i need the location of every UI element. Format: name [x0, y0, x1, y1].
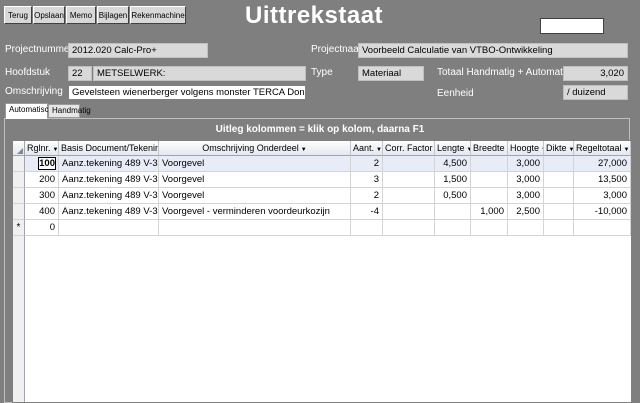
- record-selector[interactable]: [13, 172, 25, 188]
- cell-rglnr[interactable]: 100: [25, 156, 59, 172]
- cell-lengte[interactable]: 4,500: [435, 156, 471, 172]
- cell-hoogte[interactable]: [508, 220, 544, 236]
- cell-regeltotaal[interactable]: [574, 220, 631, 236]
- col-regeltotaal[interactable]: Regeltotaal ▼: [574, 141, 631, 156]
- cell-basis[interactable]: Aanz.tekening 489 V-3: [59, 172, 159, 188]
- cell-rglnr[interactable]: 300: [25, 188, 59, 204]
- cell-omschrijving[interactable]: Voorgevel: [159, 172, 351, 188]
- cell-basis[interactable]: Aanz.tekening 489 V-3: [59, 204, 159, 220]
- col-hoogte[interactable]: Hoogte▼: [508, 141, 544, 156]
- cell-basis[interactable]: Aanz.tekening 489 V-3: [59, 188, 159, 204]
- cell-hoogte[interactable]: 3,000: [508, 156, 544, 172]
- cell-dikte[interactable]: [544, 172, 574, 188]
- col-lengte[interactable]: Lengte▼: [435, 141, 471, 156]
- cell-aant[interactable]: -4: [351, 204, 383, 220]
- cell-regeltotaal[interactable]: 3,000: [574, 188, 631, 204]
- select-all-corner[interactable]: [13, 141, 25, 156]
- cell-lengte[interactable]: [435, 204, 471, 220]
- cell-corr[interactable]: [383, 204, 435, 220]
- omschrijving-label: Omschrijving: [5, 86, 63, 97]
- cell-dikte[interactable]: [544, 188, 574, 204]
- cell-breedte[interactable]: [471, 172, 508, 188]
- eenheid-label: Eenheid: [437, 88, 474, 99]
- cell-aant[interactable]: 2: [351, 156, 383, 172]
- totaal-field[interactable]: 3,020: [563, 66, 628, 81]
- eenheid-field[interactable]: / duizend: [563, 85, 628, 100]
- cell-omschrijving[interactable]: Voorgevel: [159, 156, 351, 172]
- top-right-field[interactable]: [540, 18, 604, 34]
- cell-rglnr[interactable]: 0: [25, 220, 59, 236]
- hoofdstuk-label: Hoofdstuk: [5, 67, 51, 78]
- opslaan-button[interactable]: Opslaan: [33, 6, 65, 24]
- cell-rglnr[interactable]: 200: [25, 172, 59, 188]
- omschrijving-field[interactable]: Gevelsteen wienerberger volgens monster …: [68, 85, 306, 100]
- hoofdstuk-naam-field[interactable]: METSELWERK:: [93, 66, 306, 81]
- uittrekstaat-grid: Rglnr.▼ Basis Document/Tekening▼ Omschri…: [12, 140, 632, 403]
- memo-button[interactable]: Memo: [66, 6, 96, 24]
- cell-lengte[interactable]: 0,500: [435, 188, 471, 204]
- page-title: Uittrekstaat: [245, 2, 384, 29]
- hoofdstuk-nr-field[interactable]: 22: [68, 66, 92, 81]
- cell-aant[interactable]: [351, 220, 383, 236]
- tab-automatisch[interactable]: Automatisch: [5, 103, 53, 119]
- cell-corr[interactable]: [383, 220, 435, 236]
- cell-breedte[interactable]: 1,000: [471, 204, 508, 220]
- cell-breedte[interactable]: [471, 156, 508, 172]
- tab-handmatig[interactable]: Handmatig: [48, 104, 91, 118]
- record-selector[interactable]: [13, 204, 25, 220]
- cell-dikte[interactable]: [544, 156, 574, 172]
- projectnummer-label: Projectnummer: [5, 44, 73, 55]
- type-label: Type: [311, 67, 333, 78]
- cell-lengte[interactable]: 1,500: [435, 172, 471, 188]
- col-corr[interactable]: Corr. Factor▼: [383, 141, 435, 156]
- cell-corr[interactable]: [383, 156, 435, 172]
- col-dikte[interactable]: Dikte ▼: [544, 141, 574, 156]
- cell-dikte[interactable]: [544, 204, 574, 220]
- cell-regeltotaal[interactable]: 27,000: [574, 156, 631, 172]
- cell-hoogte[interactable]: 3,000: [508, 172, 544, 188]
- totaal-label: Totaal Handmatig + Automatisch: [437, 67, 581, 78]
- cell-regeltotaal[interactable]: 13,500: [574, 172, 631, 188]
- col-basis[interactable]: Basis Document/Tekening▼: [59, 141, 159, 156]
- cell-basis[interactable]: Aanz.tekening 489 V-3: [59, 156, 159, 172]
- cell-basis[interactable]: [59, 220, 159, 236]
- bijlagen-button[interactable]: Bijlagen: [97, 6, 129, 24]
- cell-hoogte[interactable]: 3,000: [508, 188, 544, 204]
- cell-omschrijving[interactable]: Voorgevel - verminderen voordeurkozijn: [159, 204, 351, 220]
- rekenmachine-button[interactable]: Rekenmachine: [130, 6, 186, 24]
- cell-dikte[interactable]: [544, 220, 574, 236]
- type-field[interactable]: Materiaal: [358, 66, 424, 81]
- new-record-marker[interactable]: *: [13, 220, 25, 236]
- record-selector[interactable]: [13, 188, 25, 204]
- terug-button[interactable]: Terug: [4, 6, 32, 24]
- cell-breedte[interactable]: [471, 220, 508, 236]
- cell-aant[interactable]: 3: [351, 172, 383, 188]
- cell-omschrijving[interactable]: [159, 220, 351, 236]
- cell-breedte[interactable]: [471, 188, 508, 204]
- cell-corr[interactable]: [383, 188, 435, 204]
- cell-hoogte[interactable]: 2,500: [508, 204, 544, 220]
- projectnummer-field[interactable]: 2012.020 Calc-Pro+: [68, 43, 208, 58]
- uitleg-text: Uitleg kolommen = klik op kolom, daarna …: [215, 124, 425, 135]
- col-aant[interactable]: Aant. ▼: [351, 141, 383, 156]
- record-selector[interactable]: [13, 156, 25, 172]
- cell-omschrijving[interactable]: Voorgevel: [159, 188, 351, 204]
- cell-lengte[interactable]: [435, 220, 471, 236]
- cell-regeltotaal[interactable]: -10,000: [574, 204, 631, 220]
- col-breedte[interactable]: Breedte▼: [471, 141, 508, 156]
- cell-rglnr[interactable]: 400: [25, 204, 59, 220]
- cell-aant[interactable]: 2: [351, 188, 383, 204]
- projectnaam-field[interactable]: Voorbeeld Calculatie van VTBO-Ontwikkeli…: [358, 43, 628, 58]
- col-rglnr[interactable]: Rglnr. ▼: [25, 141, 59, 156]
- col-omschrijving[interactable]: Omschrijving Onderdeel ▼: [159, 141, 351, 156]
- cell-corr[interactable]: [383, 172, 435, 188]
